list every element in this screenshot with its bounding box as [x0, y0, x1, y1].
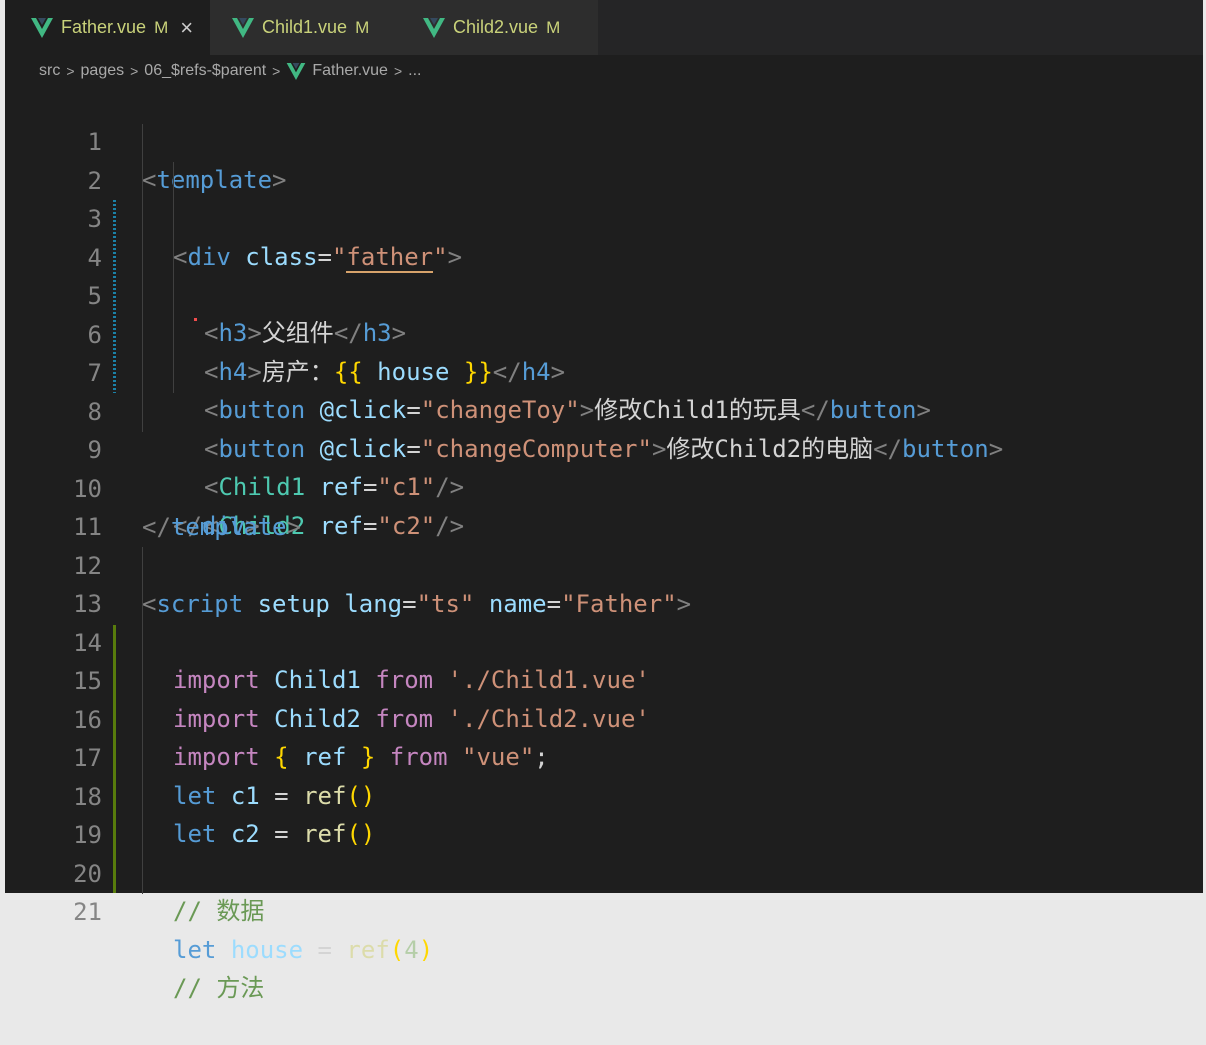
code-line: 20 let house = ref(4)	[5, 816, 1203, 964]
indent-guide	[142, 701, 143, 740]
chevron-right-icon: >	[393, 63, 403, 79]
indent-guide	[142, 816, 143, 855]
indent-guide	[142, 162, 143, 201]
token: ref	[346, 935, 390, 964]
token: // 数据	[173, 897, 265, 925]
indent-guide	[142, 547, 143, 586]
indent-guide	[142, 739, 143, 778]
token: let	[173, 935, 217, 964]
vue-icon	[31, 17, 53, 38]
vue-icon	[286, 62, 306, 80]
code-line: 19 // 数据	[5, 778, 1203, 925]
code-line: 15 import { ref } from "vue";	[5, 624, 1203, 771]
tab-child1-vue[interactable]: Child1.vue M	[210, 0, 405, 55]
tab-father-vue[interactable]: Father.vue M ×	[5, 0, 210, 55]
breadcrumb: src > pages > 06_$refs-$parent > Father.…	[39, 58, 421, 84]
tab-label: Father.vue	[61, 17, 147, 37]
code-line: 3 <h3>父组件</h3>	[5, 162, 1203, 347]
modified-badge: M	[546, 17, 561, 37]
indent-guide	[173, 239, 174, 278]
editor-window: Father.vue M × Child1.vue M Child2.vue M…	[5, 0, 1203, 1002]
breadcrumb-item-pages[interactable]: pages	[81, 62, 125, 80]
indent-guide	[173, 354, 174, 393]
indent-guide	[142, 585, 143, 624]
indent-guide	[173, 316, 174, 355]
code-line: 8 <Child2 ref="c2"/>	[5, 354, 1203, 540]
code-line: 6 <button @click="changeComputer">修改Chil…	[5, 277, 1203, 463]
breadcrumb-item-file[interactable]: Father.vue	[312, 62, 388, 80]
code-line: 4 <h4>房产：{{ house }}</h4>	[5, 200, 1203, 386]
indent-guide	[142, 855, 143, 894]
modified-badge: M	[154, 17, 169, 37]
code-line: 12 <script setup lang="ts" name="Father"…	[5, 509, 1203, 618]
indent-guide	[142, 239, 143, 278]
indent-guide	[142, 316, 143, 355]
code-line: 1 <template>	[5, 85, 1203, 194]
tab-label: Child1.vue	[262, 17, 348, 37]
code-line: 11	[5, 470, 1203, 541]
chevron-right-icon: >	[130, 63, 139, 79]
code-text: let house = ref(4)	[173, 931, 433, 969]
vue-icon	[423, 17, 445, 38]
indent-guide	[142, 200, 143, 239]
token: house	[230, 935, 304, 964]
code-text: // 数据	[173, 892, 264, 930]
token: )	[418, 935, 434, 964]
chevron-right-icon: >	[66, 63, 75, 79]
chevron-right-icon: >	[272, 63, 281, 79]
code-line: 17 let c2 = ref()	[5, 701, 1203, 848]
indent-guide	[142, 123, 143, 162]
indent-guide	[142, 778, 143, 817]
indent-guide	[142, 662, 143, 701]
token: 4	[404, 935, 419, 964]
code-editor[interactable]: 1 <template> 2 <div class="father"> 3 <h…	[5, 85, 1203, 1002]
indent-guide	[142, 354, 143, 393]
tab-label: Child2.vue	[453, 17, 539, 37]
token: (	[389, 935, 405, 964]
tab-child2-vue[interactable]: Child2.vue M	[405, 0, 598, 55]
line-number: 21	[73, 898, 102, 926]
close-icon[interactable]: ×	[180, 16, 193, 39]
code-text: // 方法	[173, 969, 264, 1007]
code-line: 5 <button @click="changeToy">修改Child1的玩具…	[5, 239, 1203, 424]
code-line: 2 <div class="father">	[5, 123, 1203, 273]
breadcrumb-item-src[interactable]: src	[39, 62, 60, 80]
code-line: 7 <Child1 ref="c1"/>	[5, 316, 1203, 501]
breadcrumb-item-symbol[interactable]: ...	[408, 62, 421, 80]
indent-guide	[142, 277, 143, 316]
code-line: 16 let c1 = ref()	[5, 662, 1203, 810]
indent-guide	[173, 277, 174, 316]
token: // 方法	[173, 974, 265, 1002]
indent-guide	[142, 393, 143, 432]
code-line: 10 </template>	[5, 432, 1203, 541]
tab-bar: Father.vue M × Child1.vue M Child2.vue M	[5, 0, 1203, 55]
code-line: 18	[5, 739, 1203, 811]
vue-icon	[232, 17, 254, 38]
token: =	[317, 935, 332, 964]
indent-guide	[173, 200, 174, 239]
breadcrumb-item-folder[interactable]: 06_$refs-$parent	[144, 62, 266, 80]
indent-guide	[173, 162, 174, 201]
code-line: 9 </div>	[5, 393, 1203, 540]
modified-badge: M	[355, 17, 370, 37]
code-line: 13 import Child1 from './Child1.vue'	[5, 547, 1203, 694]
code-line: 21 // 方法	[5, 855, 1203, 1002]
code-line: 14 import Child2 from './Child2.vue'	[5, 585, 1203, 733]
indent-guide	[142, 624, 143, 663]
